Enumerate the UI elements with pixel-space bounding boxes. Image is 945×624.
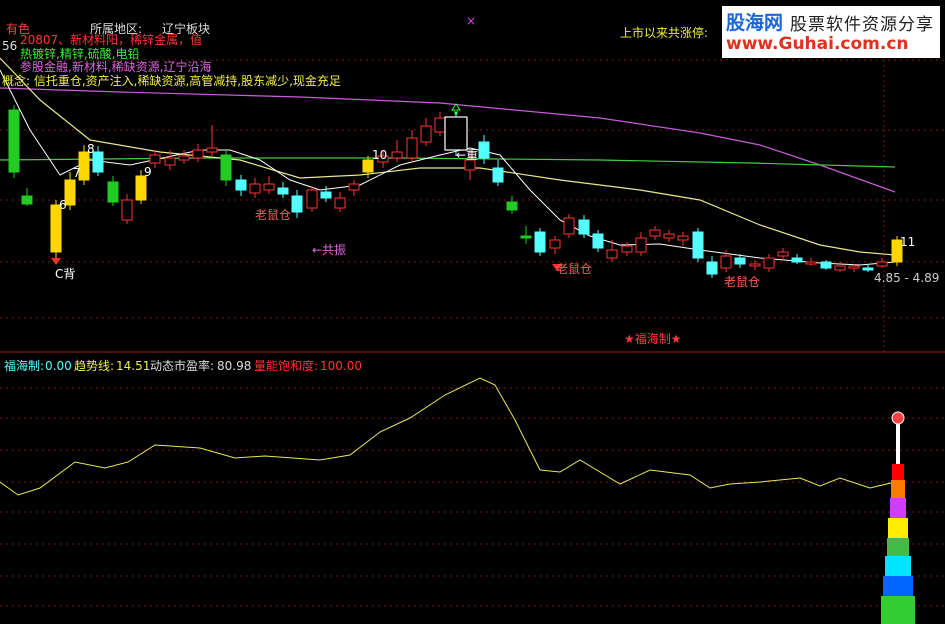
- energy-segment-1: [891, 480, 905, 498]
- product-line: 热镀锌,精锌,硫酸,电铅: [20, 47, 140, 61]
- fuhai-value: 0.00: [45, 359, 72, 373]
- candle-35: [520, 226, 532, 244]
- watermark-slogan: 股票软件资源分享: [790, 15, 934, 35]
- trend-line: [0, 377, 896, 496]
- laoshu-label-3: 老鼠仓: [724, 275, 761, 289]
- candle-40: [592, 230, 604, 252]
- count-10: 10: [372, 148, 388, 162]
- candle-56: [820, 260, 832, 270]
- candle-16: [249, 178, 261, 198]
- concept-tags: 概念: 信托重仓,资产注入,稀缺资源,高管减持,股东减少,现金充足: [2, 74, 341, 88]
- candle-1: [21, 188, 33, 206]
- candle-36: [534, 228, 546, 256]
- candle-28: [420, 118, 432, 146]
- pe-value: 80.98: [217, 359, 252, 373]
- candle-6: [107, 176, 119, 206]
- candle-38: [563, 214, 575, 238]
- candle-27: [406, 130, 418, 162]
- candle-43: [635, 232, 647, 256]
- candle-33: [492, 160, 504, 186]
- candle-7: [121, 194, 133, 224]
- candle-48: [706, 256, 718, 278]
- x-marker: ×: [466, 14, 477, 28]
- candle-15: [235, 175, 247, 196]
- candle-52: [763, 254, 775, 272]
- price-range-label: 4.85 - 4.89: [874, 271, 940, 285]
- energy-segment-2: [890, 498, 906, 518]
- candle-11: [178, 150, 190, 164]
- chart-grid: [0, 40, 945, 607]
- count-7: 7: [73, 166, 81, 180]
- energy-segment-5: [885, 556, 911, 576]
- trend-value: 14.51: [116, 359, 151, 373]
- energy-segment-4: [887, 538, 909, 556]
- limit-up-label: 上市以来共涨停:: [620, 26, 709, 40]
- watermark: 股海网 股票软件资源分享 www.Guhai.com.cn: [722, 6, 940, 58]
- stock-chart-window: 有色 所属地区: 辽宁板块 56 20807、新材料阳，稀锌金属，值 热镀锌,精…: [0, 0, 945, 624]
- candle-19: [291, 190, 303, 218]
- highlight-candle: [444, 116, 468, 151]
- candle-42: [621, 242, 633, 256]
- candle-26: [391, 140, 403, 162]
- gongzhen-label: ←共振: [312, 243, 347, 257]
- watermark-url: www.Guhai.com.cn: [726, 34, 909, 54]
- candle-45: [663, 230, 675, 242]
- candle-18: [277, 182, 289, 198]
- energy-segment-7: [881, 596, 915, 624]
- count-11: 11: [900, 235, 916, 249]
- price-readout: 56: [2, 39, 18, 53]
- pe-label: 动态市盈率:: [150, 359, 215, 373]
- candle-0: [8, 105, 20, 178]
- candle-13: [206, 125, 218, 156]
- candle-32: [478, 135, 490, 164]
- candle-54: [791, 254, 803, 264]
- laoshu-label-1: 老鼠仓: [255, 208, 292, 222]
- candle-37: [549, 236, 561, 254]
- fuhai-star-label: ★福海制★: [624, 332, 682, 346]
- energy-value: 100.00: [320, 359, 362, 373]
- energy-segment-3: [888, 518, 908, 538]
- indicator-panel: [0, 377, 915, 624]
- candle-53: [777, 248, 789, 260]
- candle-29: [434, 112, 446, 136]
- energy-bar-top: [891, 411, 905, 425]
- c-back-label: C背: [55, 267, 76, 281]
- count-8: 8: [87, 142, 95, 156]
- watermark-brand: 股海网: [726, 12, 784, 34]
- candle-46: [677, 232, 689, 246]
- candle-14: [220, 150, 232, 186]
- energy-segment-6: [883, 576, 913, 596]
- candle-17: [263, 176, 275, 194]
- candle-20: [306, 186, 318, 212]
- candle-12: [192, 144, 204, 162]
- candle-47: [692, 228, 704, 262]
- c-back-marker: [51, 258, 61, 265]
- laoshu-label-2: 老鼠仓: [556, 262, 593, 276]
- business-line: 20807、新材料阳，稀锌金属，值: [20, 33, 203, 47]
- moving-averages: [0, 57, 896, 266]
- candle-23: [348, 180, 360, 196]
- candle-60: [876, 258, 888, 268]
- fuhai-label: 福海制:: [4, 359, 45, 373]
- count-6: 6: [59, 198, 67, 212]
- candle-34: [506, 196, 518, 214]
- candle-59: [862, 264, 874, 272]
- concept-line: 参股金融,新材料,稀缺资源,辽宁沿海: [20, 60, 212, 74]
- candle-55: [805, 258, 817, 266]
- trend-label: 趋势线:: [74, 359, 115, 373]
- count-9: 9: [144, 165, 152, 179]
- energy-segment-0: [892, 464, 904, 480]
- chong-label: ←重: [456, 148, 479, 162]
- candlestick-chart[interactable]: [0, 0, 945, 624]
- energy-label: 量能饱和度:: [254, 359, 319, 373]
- ma-green-line: [0, 157, 896, 168]
- candle-22: [334, 192, 346, 212]
- candle-44: [649, 226, 661, 240]
- energy-bar-stem: [896, 424, 900, 464]
